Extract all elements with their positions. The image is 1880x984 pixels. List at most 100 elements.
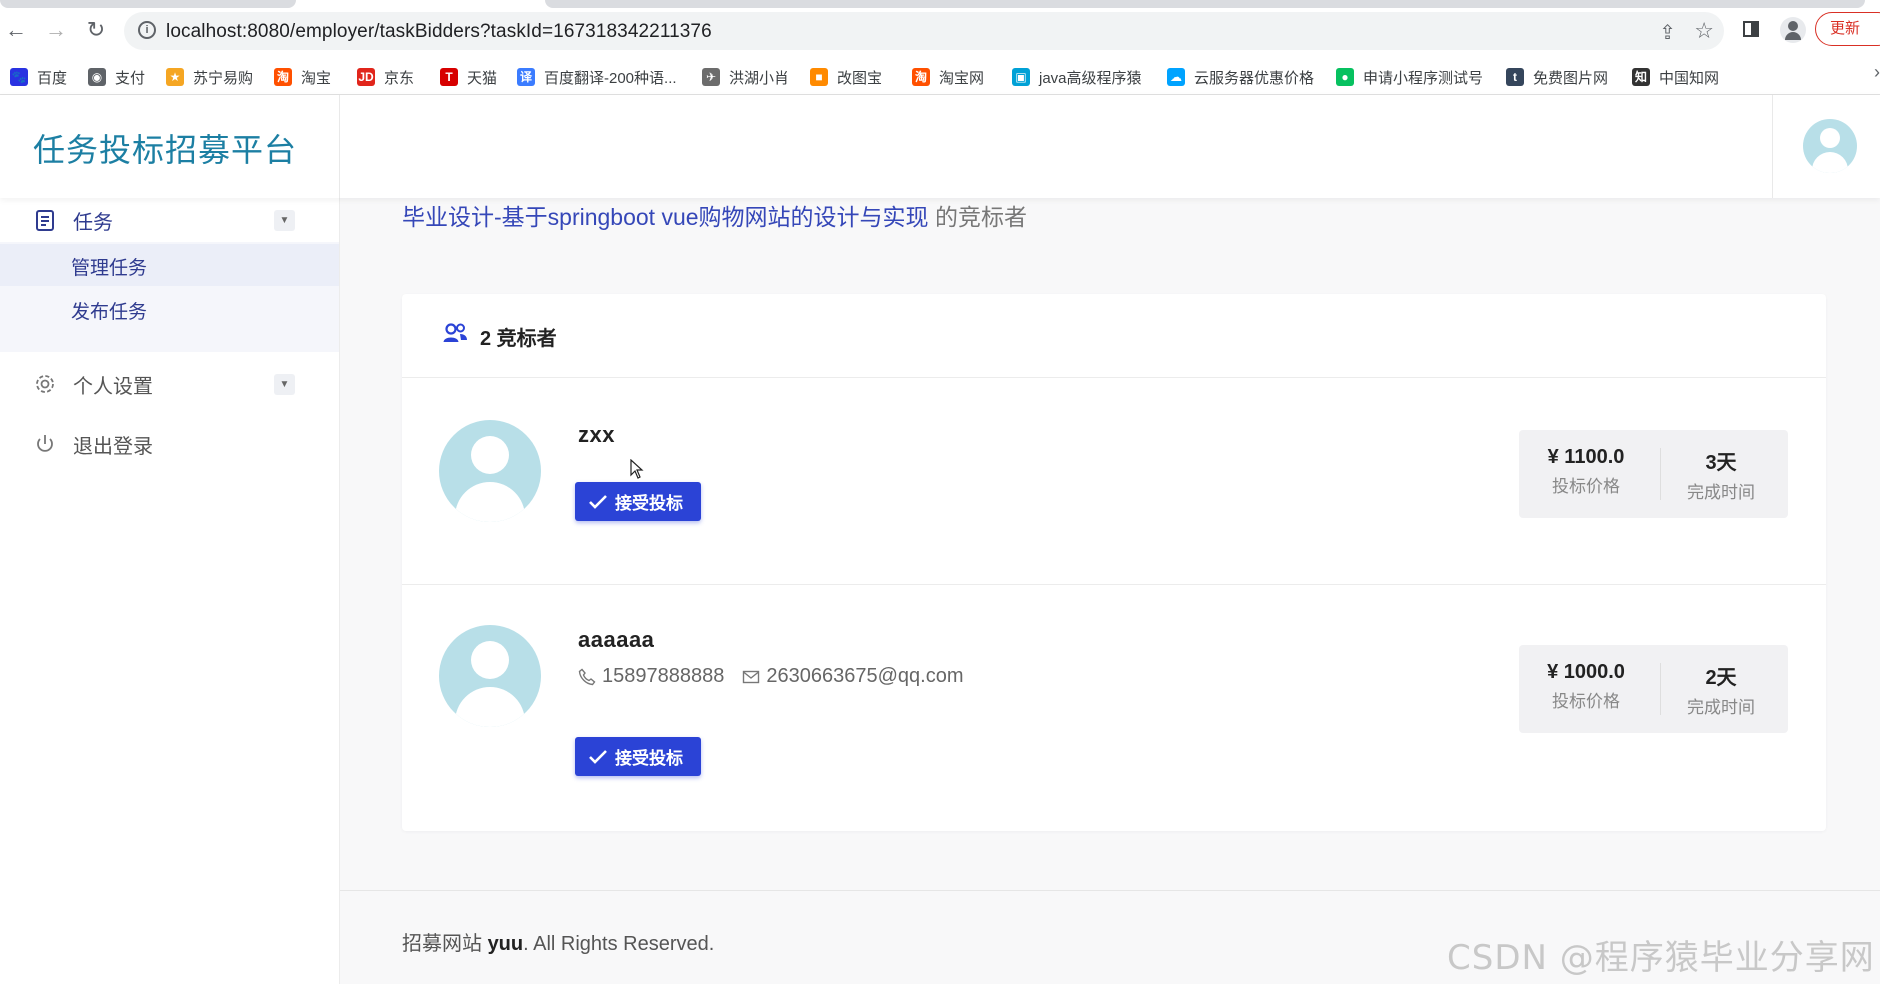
title-suffix: 的竞标者 [934,204,1027,230]
bookmark-label: 百度 [37,69,68,87]
baidu-icon: 🐾 [10,68,28,86]
bookmark-item[interactable]: ▣ java高级程序猿 [1012,66,1142,88]
gear-icon [36,375,54,393]
completion-time-label: 完成时间 [1687,483,1755,502]
bookmark-item[interactable]: T 天猫 [440,66,497,88]
bookmark-item[interactable]: 知中国知网 [1632,66,1719,88]
back-icon[interactable]: ← [4,18,28,42]
bird-icon: ✈ [702,68,720,86]
brand-title[interactable]: 任务投标招募平台 [33,125,297,171]
share-icon[interactable]: ⇪ [1659,20,1676,45]
check-icon [589,749,607,764]
bookmark-item[interactable]: ◉ 支付 [88,66,145,88]
bid-price-value: ¥ 1000.0 [1547,661,1625,683]
completion-time: 3天 完成时间 [1654,446,1788,503]
chevron-down-icon[interactable]: ▼ [274,373,295,395]
divider [1772,95,1773,198]
user-avatar[interactable] [1803,119,1857,173]
footer-suffix: . All Rights Reserved. [523,933,715,955]
bookmark-item[interactable]: 淘淘宝 [274,66,331,88]
phone-icon [578,668,596,685]
bookmark-label: java高级程序猿 [1039,69,1142,87]
bookmark-label: 免费图片网 [1533,69,1609,87]
gaitubao-icon: ■ [810,68,828,86]
globe-icon: ◉ [88,68,106,86]
bookmark-label: 淘宝 [301,69,332,87]
address-bar[interactable]: i localhost:8080/employer/taskBidders?ta… [124,12,1724,50]
bookmark-label: 支付 [115,69,146,87]
bid-price: ¥ 1000.0 投标价格 [1519,661,1653,712]
completion-time: 2天 完成时间 [1654,661,1788,718]
bookmark-item[interactable]: JD 京东 [357,66,414,88]
card-header: 2 竞标者 [402,294,1826,378]
sidebar-item-manage-tasks[interactable]: 管理任务 [0,244,339,286]
bid-price-label: 投标价格 [1552,477,1620,496]
reload-icon[interactable]: ↻ [84,18,108,42]
accept-bid-button[interactable]: 接受投标 [575,737,701,776]
profile-icon[interactable] [1780,17,1806,43]
clipboard-icon [36,210,54,231]
bookmark-item[interactable]: 淘淘宝网 [912,66,984,88]
sidebar-item-settings[interactable]: 个人设置 ▼ [0,363,339,405]
mail-icon [743,670,760,683]
bilibili-icon: ▣ [1012,68,1030,86]
bookmark-label: 云服务器优惠价格 [1194,69,1315,87]
check-icon [589,494,607,509]
side-panel-icon[interactable] [1743,21,1759,37]
accept-bid-button[interactable]: 接受投标 [575,482,701,521]
bookmark-label: 改图宝 [837,69,883,87]
bookmark-item[interactable]: ● 申请小程序测试号 [1336,66,1483,88]
bookmark-item[interactable]: ■ 改图宝 [810,66,882,88]
bookmark-item[interactable]: ★ 苏宁易购 [166,66,253,88]
task-title-link[interactable]: 毕业设计-基于springboot vue购物网站的设计与实现 [402,204,929,230]
completion-time-value: 3天 [1705,452,1737,474]
page-title: 毕业设计-基于springboot vue购物网站的设计与实现 的竞标者 [402,198,1027,232]
bid-stats: ¥ 1000.0 投标价格 2天 完成时间 [1519,645,1788,733]
tab[interactable] [545,0,1865,8]
bookmark-label: 京东 [384,69,415,87]
bookmarks-more-icon[interactable]: › [1874,62,1880,83]
footer-prefix: 招募网站 [402,933,488,955]
chevron-down-icon[interactable]: ▼ [274,209,295,231]
bidder-row: zxx 接受投标 ¥ 1100.0 投标价格 3天 完成时间 [402,378,1826,585]
update-button[interactable]: 更新 [1815,12,1880,46]
bid-price-value: ¥ 1100.0 [1547,446,1625,468]
sidebar-item-logout[interactable]: 退出登录 [0,423,339,465]
browser-toolbar: ← → ↻ i localhost:8080/employer/taskBidd… [0,0,1880,60]
power-icon [37,435,53,452]
bookmark-item[interactable]: ☁ 云服务器优惠价格 [1167,66,1314,88]
site-info-icon[interactable]: i [138,21,156,39]
avatar [439,420,541,522]
bid-stats: ¥ 1100.0 投标价格 3天 完成时间 [1519,430,1788,518]
sidebar-item-tasks[interactable]: 任务 ▼ [0,199,339,241]
bidder-row: aaaaaa 15897888888 2630663675@qq.com 接受投… [402,585,1826,831]
tab[interactable] [0,0,296,8]
bookmark-item[interactable]: 译百度翻译-200种语... [517,66,677,88]
footer: 招募网站 yuu. All Rights Reserved. [402,927,714,956]
tmall-icon: T [440,68,458,86]
bookmark-label: 中国知网 [1659,69,1720,87]
divider [339,95,340,198]
sidebar-item-label: 退出登录 [73,435,153,458]
app-header: 任务投标招募平台 [0,95,1880,198]
bookmark-label: 苏宁易购 [193,69,254,87]
bidder-contact: 15897888888 2630663675@qq.com [578,665,963,688]
bookmark-star-icon[interactable]: ☆ [1694,18,1714,44]
forward-icon[interactable]: → [44,18,68,42]
bookmark-item[interactable]: ✈ 洪湖小肖 [702,66,789,88]
bookmark-item[interactable]: 🐾 百度 [10,66,67,88]
completion-time-value: 2天 [1705,667,1737,689]
tab-strip [0,0,1880,10]
bookmark-label: 百度翻译-200种语... [544,69,677,87]
sidebar-item-publish-task[interactable]: 发布任务 [0,288,339,330]
divider [340,890,1880,891]
sidebar: 任务 ▼ 管理任务 发布任务 个人设置 ▼ 退出登录 [0,198,340,984]
sidebar-item-label: 任务 [73,211,113,234]
wechat-icon: ● [1336,68,1354,86]
bookmark-item[interactable]: t 免费图片网 [1506,66,1608,88]
mouse-cursor-icon [630,459,644,479]
cnki-icon: 知 [1632,68,1650,86]
url-text[interactable]: localhost:8080/employer/taskBidders?task… [166,21,712,43]
bookmarks-bar: 🐾 百度 ◉ 支付 ★ 苏宁易购淘淘宝 JD 京东 T 天猫译百度翻译-200种语... ✈ 洪湖小肖… [0,60,1880,95]
sidebar-item-label: 个人设置 [73,375,153,398]
